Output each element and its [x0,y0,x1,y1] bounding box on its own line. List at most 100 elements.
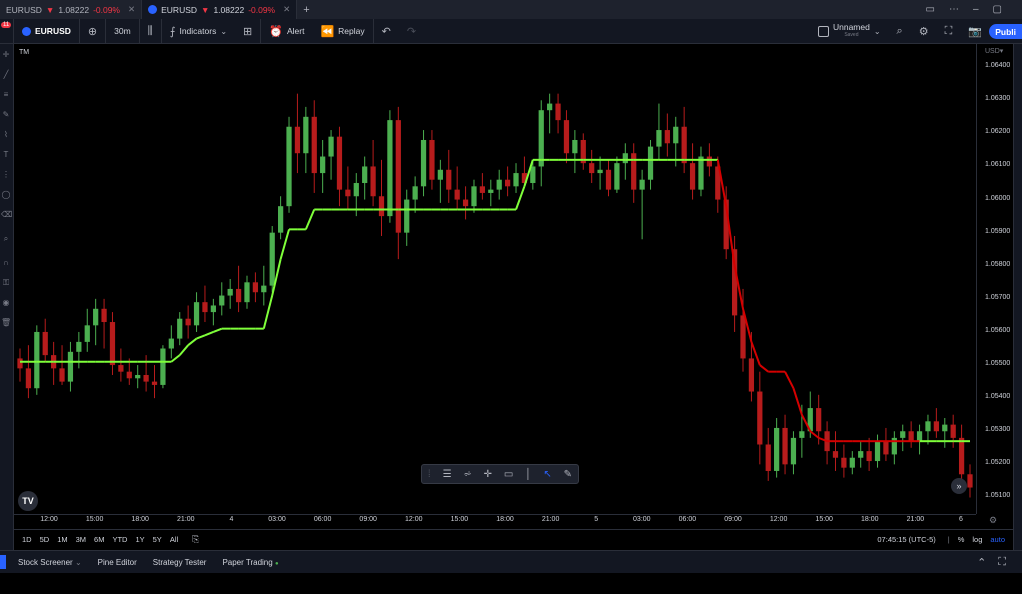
alert-button[interactable]: ⏰ Alert [261,19,312,44]
pattern-icon[interactable]: ⌇ [1,130,11,140]
redo-button[interactable]: ↷ [399,19,424,44]
tab-symbol: EURUSD [6,4,42,15]
replay-button[interactable]: ⏪ Replay [312,18,374,44]
minimize-icon[interactable]: – [973,4,979,15]
symbol-search-button[interactable]: EURUSD [14,18,80,44]
chevron-up-icon[interactable]: ⌃ [977,556,986,569]
timeframe-6m[interactable]: 6M [90,535,108,544]
tab-eurusd-2[interactable]: EURUSD ▼ 1.08222 -0.09% ✕ [142,0,298,19]
candle-body [235,288,242,303]
templates-button[interactable]: ⊞ [235,18,262,44]
candle-body [454,189,460,200]
log-toggle[interactable]: log [972,535,982,544]
pointer-icon[interactable]: ↖ [543,469,551,480]
crosshair-icon[interactable]: ✛ [484,469,492,480]
candle-body [345,189,351,197]
eraser-icon[interactable]: ⌫ [1,210,12,220]
candle-body [496,179,502,190]
candle-body [748,358,755,392]
rectangle-icon[interactable]: ▭ [504,469,513,480]
price-tick-label: 1.05800 [985,260,1011,268]
layout-name-button[interactable]: Unnamed Saved ⌄ [810,19,889,44]
candle-body [925,421,931,432]
drag-handle-icon[interactable]: ⁞ [428,469,431,480]
trash-icon[interactable]: 🗑 [1,318,11,328]
tab-stock-screener[interactable]: Stock Screener ⌄ [10,558,90,567]
price-axis[interactable]: USD▾ 1.06400 1.06300 1.06200 1.06100 1.06000… [976,44,1014,514]
layout-icon[interactable]: ▭ [926,4,935,15]
maximize-icon[interactable]: ▢ [993,4,1002,15]
timeframe-5y[interactable]: 5Y [149,535,166,544]
cursor-icon[interactable]: ✛ [1,50,11,60]
fullscreen-button[interactable]: ⛶ [937,19,961,44]
clock-time[interactable]: 07:45:15 (UTC-5) [877,535,935,544]
indicators-label: Indicators [179,26,217,36]
timeframe-1m[interactable]: 1M [53,535,71,544]
price-chart[interactable] [14,44,1014,527]
timeframe-5d[interactable]: 5D [36,535,54,544]
brush-icon[interactable]: ✎ [1,110,11,120]
pen-icon[interactable]: ✎ [564,469,572,480]
trend-line-icon[interactable]: ╱ [1,70,11,80]
candle-body [597,169,603,174]
auto-toggle[interactable]: auto [990,535,1005,544]
tradingview-logo[interactable]: TV [18,491,38,511]
drawing-toolbar: ✛ ╱ ≡ ✎ ⌇ T ⋮ ◯ ⌫ ⌕ ∩ ⚿ ◉ 🗑 [0,44,14,550]
tab-eurusd-1[interactable]: EURUSD ▼ 1.08222 -0.09% ✕ [0,0,143,19]
close-icon[interactable]: ✕ [283,4,290,15]
tab-pine-editor[interactable]: Pine Editor [90,558,145,567]
tab-paper-trading[interactable]: Paper Trading ● [214,558,286,567]
vertical-line-icon[interactable]: │ [525,469,531,480]
visibility-icon[interactable]: ◉ [1,298,11,308]
time-tick-label: 21:00 [906,516,925,523]
time-axis[interactable]: 12:00 15:00 18:00 21:00 4 03:00 06:00 09:00 12:0… [14,514,976,527]
time-tick-label: 21:00 [541,516,560,523]
date-range-icon[interactable]: ⎘ [192,534,199,545]
scroll-to-realtime-button[interactable]: » [951,478,967,494]
axis-settings-icon[interactable]: ⚙ [989,515,997,526]
percent-toggle[interactable]: % [958,535,965,544]
shape-icon[interactable]: ◯ [1,190,11,200]
timeframe-3m[interactable]: 3M [72,535,90,544]
time-tick-label: 18:00 [861,516,879,523]
timeframe-1d[interactable]: 1D [18,535,36,544]
replay-label: Replay [338,26,365,36]
maximize-panel-icon[interactable]: ⛶ [998,556,1006,569]
candle-body [631,153,637,190]
time-tick-label: 03:00 [633,516,651,523]
parallel-channel-icon[interactable]: ⩫ [463,469,471,480]
candle-body [252,282,259,293]
chart-type-button[interactable]: ⫼ [140,18,162,44]
interval-button[interactable]: 30m [106,18,140,44]
horizontal-lines-icon[interactable]: ☰ [443,469,452,480]
forecast-icon[interactable]: ⋮ [1,170,11,180]
timeframe-1y[interactable]: 1Y [131,535,148,544]
timeframe-all[interactable]: All [166,535,182,544]
indicator-label: TM [19,49,30,56]
text-icon[interactable]: T [1,150,11,160]
candle-body [42,331,48,356]
tab-strategy-tester[interactable]: Strategy Tester [145,558,215,567]
more-icon[interactable]: ⋯ [949,4,959,15]
candle-body [59,368,65,382]
publish-button[interactable]: Publi [989,24,1022,39]
zoom-icon[interactable]: ⌕ [1,234,11,244]
indicators-button[interactable]: ⨍ Indicators ⌄ [162,19,235,44]
settings-button[interactable]: ⚙ [911,19,937,44]
close-icon[interactable]: ✕ [128,4,135,15]
fib-icon[interactable]: ≡ [1,90,11,100]
timeframe-ytd[interactable]: YTD [108,535,131,544]
snapshot-button[interactable]: 📷 [960,19,990,44]
menu-button[interactable]: 11 [0,18,14,44]
trail-line-segment [515,185,526,210]
candle-body [647,146,654,180]
candle-body [664,130,670,144]
compare-button[interactable]: ⊕ [80,18,107,44]
time-tick-label: 06:00 [678,516,697,523]
undo-button[interactable]: ↶ [374,19,399,44]
magnet-icon[interactable]: ∩ [1,258,11,268]
quick-search-button[interactable]: ⌕ [889,19,911,44]
new-tab-button[interactable]: + [297,0,315,19]
candle-body [572,139,578,154]
lock-icon[interactable]: ⚿ [1,278,11,288]
